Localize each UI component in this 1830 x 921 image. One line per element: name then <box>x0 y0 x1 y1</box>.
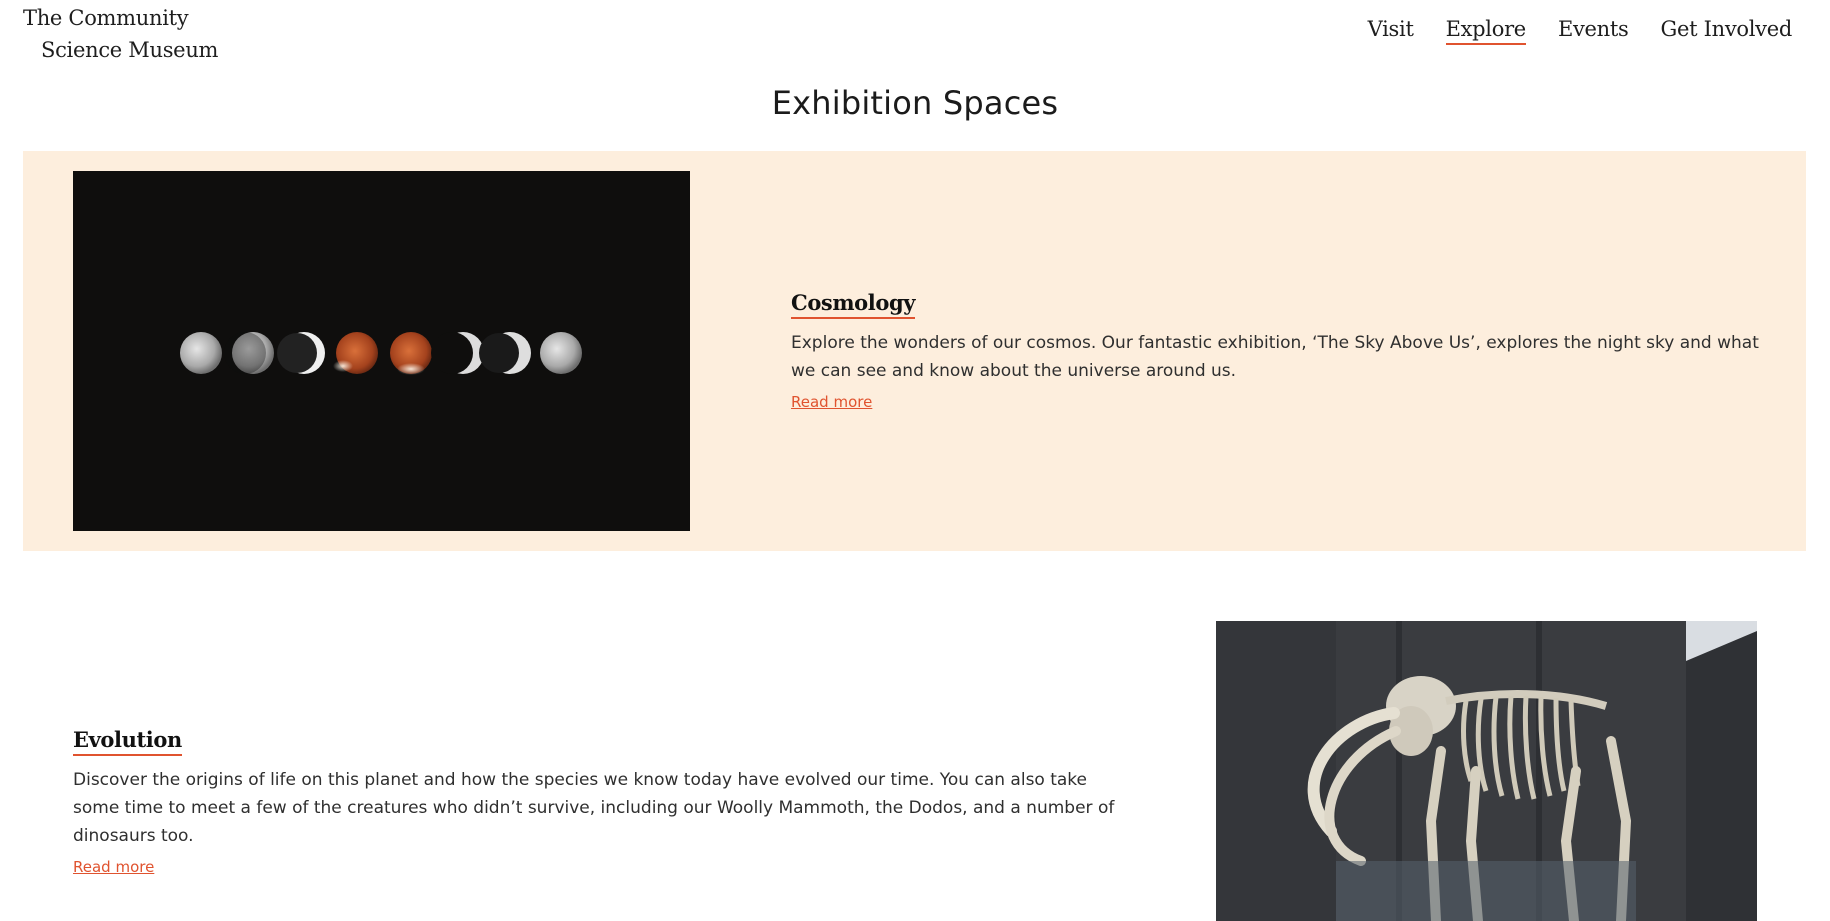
exhibit-title[interactable]: Cosmology <box>791 289 915 319</box>
site-header: The Community Science Museum Visit Explo… <box>0 0 1830 80</box>
nav-item-get-involved[interactable]: Get Involved <box>1661 17 1793 45</box>
nav-item-explore[interactable]: Explore <box>1445 17 1526 45</box>
read-more-link[interactable]: Read more <box>73 858 154 876</box>
exhibit-text-cosmology: Cosmology Explore the wonders of our cos… <box>791 289 1771 411</box>
nav-item-events[interactable]: Events <box>1558 17 1629 45</box>
lunar-eclipse-illustration <box>73 171 690 531</box>
exhibit-description: Discover the origins of life on this pla… <box>73 770 1115 846</box>
mammoth-skeleton-illustration <box>1216 621 1757 921</box>
site-logo[interactable]: The Community Science Museum <box>23 2 218 66</box>
read-more-link[interactable]: Read more <box>791 393 872 411</box>
exhibit-description: Explore the wonders of our cosmos. Our f… <box>791 333 1759 381</box>
lunar-eclipse-image <box>73 171 690 531</box>
logo-line-1: The Community <box>23 6 189 30</box>
page-title: Exhibition Spaces <box>771 84 1059 122</box>
logo-line-2: Science Museum <box>41 38 219 62</box>
exhibit-title[interactable]: Evolution <box>73 726 182 756</box>
exhibit-text-evolution: Evolution Discover the origins of life o… <box>73 726 1133 876</box>
exhibit-card-cosmology: Cosmology Explore the wonders of our cos… <box>23 151 1806 551</box>
nav-item-visit[interactable]: Visit <box>1368 17 1414 45</box>
mammoth-skeleton-image <box>1216 621 1757 921</box>
main-nav: Visit Explore Events Get Involved <box>1368 17 1792 45</box>
exhibit-card-evolution: Evolution Discover the origins of life o… <box>23 620 1806 921</box>
